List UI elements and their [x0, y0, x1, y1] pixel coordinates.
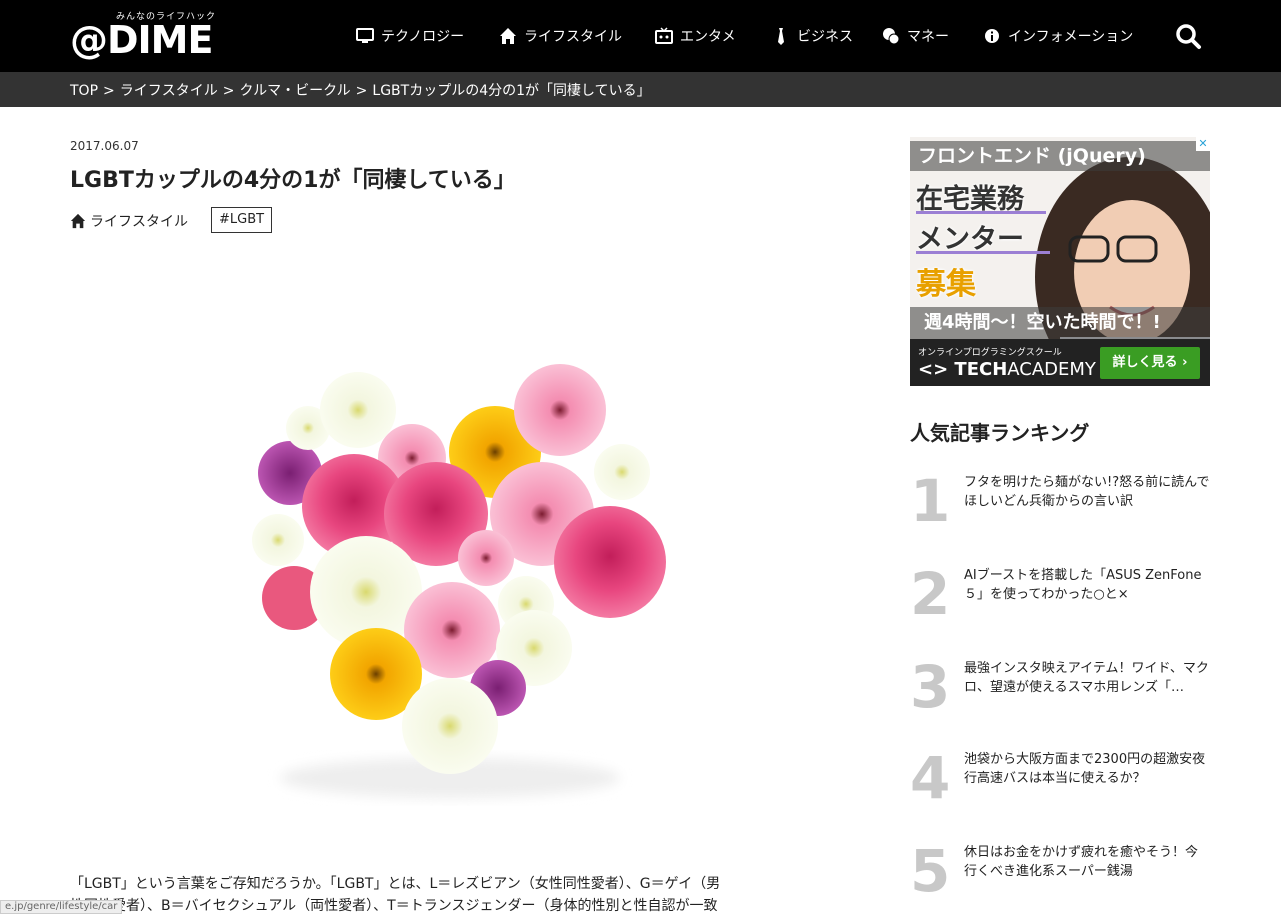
ad-close-icon[interactable]: ✕: [1196, 137, 1210, 151]
house-icon: [499, 27, 517, 45]
flower-heart: [252, 364, 666, 798]
ad-brand-left: <> TECH: [918, 359, 1008, 380]
nav-label: テクノロジー: [381, 29, 465, 45]
breadcrumb-lifestyle[interactable]: ライフスタイル: [120, 83, 218, 99]
ad-brand-right: ACADEMY: [1007, 359, 1096, 380]
nav-item-money[interactable]: マネー: [882, 24, 983, 48]
ad-footer: オンラインプログラミングスクール <> TECHACADEMY 詳しく見る ›: [910, 339, 1210, 386]
ad-underline: [916, 251, 1050, 254]
ad-underline: [916, 211, 1046, 214]
nav-item-lifestyle[interactable]: ライフスタイル: [499, 24, 655, 48]
nav-label: ライフスタイル: [524, 29, 622, 45]
ad-school-label: オンラインプログラミングスクール: [918, 348, 1062, 358]
site-header: みんなのライフハック @DIME テクノロジー ライフスタイル エンタメ ビジネ…: [0, 0, 1281, 72]
logo-wordmark: @DIME: [70, 18, 213, 62]
site-logo[interactable]: みんなのライフハック @DIME: [70, 8, 220, 64]
breadcrumb: TOP > ライフスタイル > クルマ・ビークル > LGBTカップルの4分の1が「同棲して…: [70, 80, 651, 100]
article-body-line: 「LGBT」という言葉をご存知だろうか。「LGBT」とは、L＝レズビアン（女性同…: [70, 876, 721, 892]
breadcrumb-bar: TOP > ライフスタイル > クルマ・ビークル > LGBTカップルの4分の1が「同棲して…: [0, 72, 1281, 107]
ad-line: 募集: [916, 267, 976, 302]
breadcrumb-current: LGBTカップルの4分の1が「同棲している」: [372, 83, 651, 99]
nav-item-technology[interactable]: テクノロジー: [356, 24, 499, 48]
nav-item-entertainment[interactable]: エンタメ: [655, 24, 772, 48]
ranking-item[interactable]: 3 最強インスタ映えアイテム！ワイド、マクロ、望遠が使えるスマホ用レンズ「…: [910, 653, 1210, 729]
breadcrumb-separator: >: [355, 83, 368, 99]
nav-label: マネー: [907, 29, 949, 45]
tv-icon: [655, 27, 673, 45]
ranking-number: 4: [910, 744, 951, 812]
ad-subline: 週4時間～！空いた時間で！!: [910, 307, 1210, 339]
ranking-title[interactable]: AIブーストを搭載した「ASUS ZenFone ５」を使ってわかった○と×: [964, 566, 1210, 604]
ad-brand: <> TECHACADEMY: [918, 359, 1096, 380]
ad-headline: フロントエンド (jQuery): [910, 141, 1210, 171]
info-icon: [983, 27, 1001, 45]
category-label: ライフスタイル: [90, 214, 188, 230]
ranking-item[interactable]: 5 休日はお金をかけず疲れを癒やそう！今行くべき進化系スーパー銭湯: [910, 837, 1210, 913]
nav-item-business[interactable]: ビジネス: [772, 24, 882, 48]
article-title: LGBTカップルの4分の1が「同棲している」: [70, 168, 516, 193]
ranking-number: 2: [910, 560, 951, 628]
ad-cta-button[interactable]: 詳しく見る ›: [1100, 347, 1200, 379]
breadcrumb-separator: >: [103, 83, 115, 99]
ranking-number: 5: [910, 837, 951, 905]
ranking-number: 3: [910, 653, 951, 721]
article-category[interactable]: ライフスタイル: [70, 211, 188, 231]
ranking-title[interactable]: 池袋から大阪方面まで2300円の超激安夜行高速バスは本当に使えるか？: [964, 750, 1210, 788]
ranking-heading: 人気記事ランキング: [910, 421, 1090, 445]
coins-icon: [882, 27, 900, 45]
breadcrumb-top[interactable]: TOP: [70, 83, 98, 99]
ranking-title[interactable]: フタを明けたら麺がない!?怒る前に読んでほしいどん兵衛からの言い訳: [964, 473, 1210, 511]
search-icon[interactable]: [1174, 22, 1202, 50]
monitor-icon: [356, 27, 374, 45]
ranking-number: 1: [910, 467, 951, 535]
breadcrumb-car-vehicle[interactable]: クルマ・ビークル: [239, 83, 350, 99]
sidebar-ad-banner[interactable]: フロントエンド (jQuery) 在宅業務 メンター 募集 週4時間～！空いた時…: [910, 137, 1210, 386]
nav-label: エンタメ: [680, 29, 736, 45]
main-nav: テクノロジー ライフスタイル エンタメ ビジネス マネー インフォメーション: [356, 24, 1143, 48]
necktie-icon: [772, 27, 790, 45]
ranking-item[interactable]: 2 AIブーストを搭載した「ASUS ZenFone ５」を使ってわかった○と×: [910, 560, 1210, 636]
article-tag[interactable]: #LGBT: [211, 207, 273, 233]
nav-label: ビジネス: [797, 29, 853, 45]
ranking-item[interactable]: 1 フタを明けたら麺がない!?怒る前に読んでほしいどん兵衛からの言い訳: [910, 467, 1210, 543]
article-date: 2017.06.07: [70, 139, 139, 153]
article-body: 「LGBT」という言葉をご存知だろうか。「LGBT」とは、L＝レズビアン（女性同…: [70, 873, 835, 917]
nav-label: インフォメーション: [1008, 29, 1134, 45]
browser-status-url: e.jp/genre/lifestyle/car: [0, 900, 123, 914]
ranking-item[interactable]: 4 池袋から大阪方面まで2300円の超激安夜行高速バスは本当に使えるか？: [910, 744, 1210, 820]
ranking-title[interactable]: 休日はお金をかけず疲れを癒やそう！今行くべき進化系スーパー銭湯: [964, 843, 1210, 881]
house-icon: [70, 213, 86, 229]
breadcrumb-separator: >: [222, 83, 235, 99]
article-hero-image: [70, 258, 830, 858]
nav-item-information[interactable]: インフォメーション: [983, 24, 1143, 48]
ranking-title[interactable]: 最強インスタ映えアイテム！ワイド、マクロ、望遠が使えるスマホ用レンズ「…: [964, 659, 1210, 697]
